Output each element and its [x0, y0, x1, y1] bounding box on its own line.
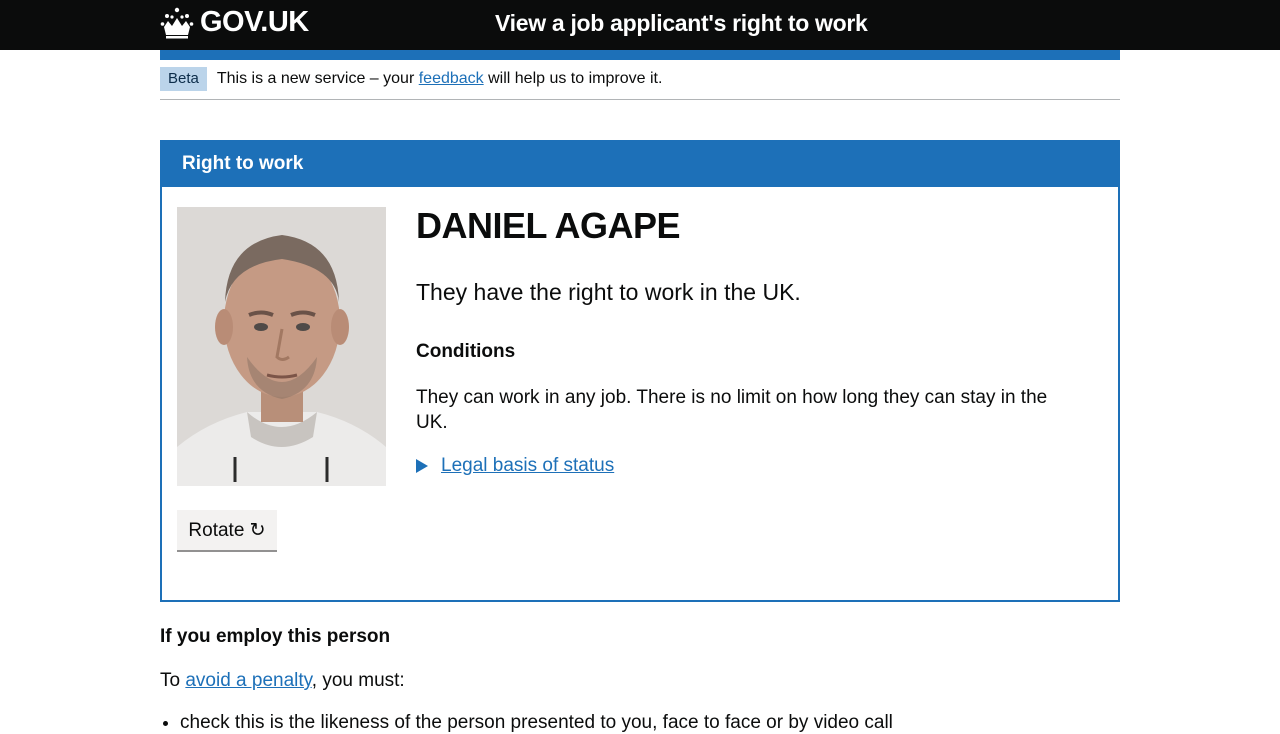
header-blue-bar [160, 50, 1120, 60]
phase-tag-beta: Beta [160, 67, 207, 91]
expand-triangle-icon[interactable] [416, 458, 428, 473]
list-item: check this is the likeness of the person… [180, 712, 1120, 734]
conditions-text: They can work in any job. There is no li… [416, 386, 1048, 433]
right-to-work-status: They have the right to work in the UK. [416, 278, 801, 305]
applicant-portrait [177, 207, 386, 486]
employ-text-after: , you must: [311, 670, 405, 691]
site-header: GOV.UK View a job applicant's right to w… [0, 0, 1280, 50]
avoid-penalty-link[interactable]: avoid a penalty [185, 670, 311, 691]
employ-text-before: To [160, 670, 186, 691]
govuk-logo-link[interactable]: GOV.UK [160, 6, 309, 39]
panel-title: Right to work [162, 142, 1118, 187]
employ-heading: If you employ this person [160, 626, 391, 647]
logo-text: GOV.UK [200, 6, 309, 38]
header-container: GOV.UK View a job applicant's right to w… [160, 0, 1120, 50]
legal-basis-summary-link[interactable]: Legal basis of status [441, 455, 614, 477]
right-to-work-panel: Right to work Rotate ↻ DANIEL AGAPE They… [160, 140, 1120, 602]
applicant-photo [177, 207, 386, 486]
phase-text-before: This is a new service – your [216, 70, 419, 87]
phase-text-after: will help us to improve it. [483, 70, 663, 87]
employer-checklist: check this is the likeness of the person… [160, 712, 1120, 734]
main-content: Right to work Rotate ↻ DANIEL AGAPE They… [160, 140, 1120, 734]
service-name-link[interactable]: View a job applicant's right to work [495, 10, 868, 37]
feedback-link[interactable]: feedback [419, 70, 484, 87]
rotate-button[interactable]: Rotate ↻ [177, 510, 277, 550]
phase-banner: Beta This is a new service – your feedba… [160, 60, 1120, 100]
status-content: DANIEL AGAPE They have the right to work… [416, 206, 1056, 477]
conditions-heading: Conditions [416, 340, 516, 362]
employ-text: To avoid a penalty, you must: [160, 670, 1120, 692]
crown-icon [160, 7, 194, 38]
legal-basis-details[interactable]: Legal basis of status [416, 455, 1056, 477]
person-name: DANIEL AGAPE [416, 205, 681, 246]
phase-banner-text: This is a new service – your feedback wi… [217, 70, 663, 88]
